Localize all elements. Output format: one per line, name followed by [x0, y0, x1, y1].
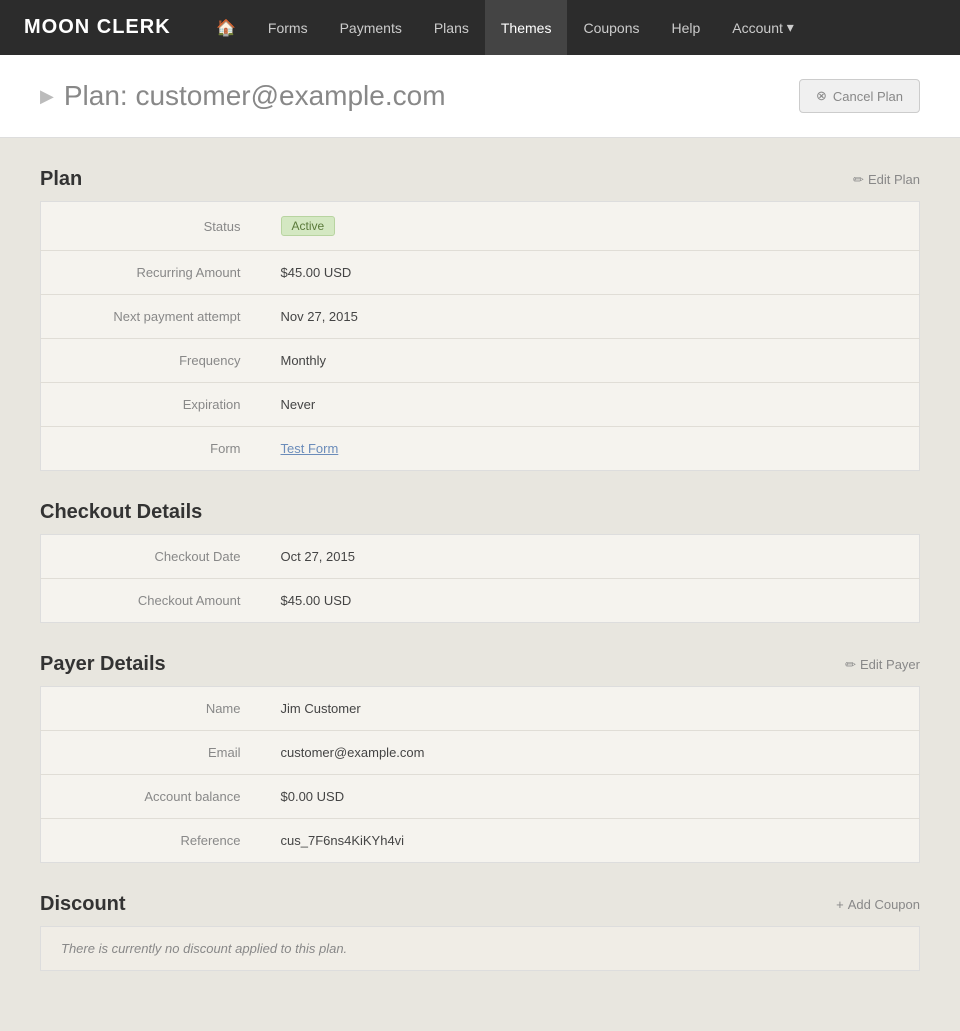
nav-coupons-label: Coupons [583, 20, 639, 36]
nav-forms-label: Forms [268, 20, 308, 36]
form-value: Test Form [261, 427, 920, 471]
payer-section-header: Payer Details ✏ Edit Payer [40, 653, 920, 676]
cancel-plan-button[interactable]: ⊗ Cancel Plan [799, 79, 920, 113]
table-row: Form Test Form [41, 427, 920, 471]
account-balance-label: Account balance [41, 775, 261, 819]
nav-plans[interactable]: Plans [418, 0, 485, 55]
table-row: Expiration Never [41, 383, 920, 427]
status-badge: Active [281, 216, 336, 236]
checkout-section-header: Checkout Details [40, 501, 920, 524]
checkout-section-title: Checkout Details [40, 501, 202, 524]
cancel-icon: ⊗ [816, 88, 827, 104]
payer-email-label: Email [41, 731, 261, 775]
plan-status-value: Active [261, 202, 920, 251]
page-title-area: ▶ Plan: customer@example.com [40, 80, 446, 112]
table-row: Account balance $0.00 USD [41, 775, 920, 819]
form-label: Form [41, 427, 261, 471]
edit-plan-icon: ✏ [853, 172, 864, 188]
nav-account-label: Account [732, 20, 783, 36]
home-nav-link[interactable]: 🏠 [200, 0, 252, 55]
table-row: Status Active [41, 202, 920, 251]
table-row: Recurring Amount $45.00 USD [41, 251, 920, 295]
frequency-label: Frequency [41, 339, 261, 383]
nav-forms[interactable]: Forms [252, 0, 324, 55]
table-row: Next payment attempt Nov 27, 2015 [41, 295, 920, 339]
nav-coupons[interactable]: Coupons [567, 0, 655, 55]
table-row: Email customer@example.com [41, 731, 920, 775]
nav-account[interactable]: Account ▾ [716, 0, 810, 55]
payer-section-title: Payer Details [40, 653, 166, 676]
recurring-amount-label: Recurring Amount [41, 251, 261, 295]
payer-section: Payer Details ✏ Edit Payer Name Jim Cust… [40, 653, 920, 863]
plan-section-title: Plan [40, 168, 82, 191]
table-row: Name Jim Customer [41, 687, 920, 731]
reference-label: Reference [41, 819, 261, 863]
form-link[interactable]: Test Form [281, 441, 339, 456]
expiration-label: Expiration [41, 383, 261, 427]
plus-icon: + [836, 897, 844, 912]
main-content: Plan ✏ Edit Plan Status Active Recurring… [0, 138, 960, 1031]
nav-help[interactable]: Help [656, 0, 717, 55]
table-row: Frequency Monthly [41, 339, 920, 383]
discount-section: Discount + Add Coupon There is currently… [40, 893, 920, 971]
account-balance-value: $0.00 USD [261, 775, 920, 819]
cancel-plan-label: Cancel Plan [833, 89, 903, 104]
payer-email-value: customer@example.com [261, 731, 920, 775]
add-coupon-label: Add Coupon [848, 897, 920, 912]
nav-links: 🏠 Forms Payments Plans Themes Coupons He… [200, 0, 960, 55]
next-payment-label: Next payment attempt [41, 295, 261, 339]
edit-payer-label: Edit Payer [860, 657, 920, 672]
expiration-value: Never [261, 383, 920, 427]
edit-payer-icon: ✏ [845, 657, 856, 673]
brand-logo: MOON CLERK [0, 16, 200, 39]
navigation: MOON CLERK 🏠 Forms Payments Plans Themes… [0, 0, 960, 55]
nav-themes[interactable]: Themes [485, 0, 568, 55]
page-header: ▶ Plan: customer@example.com ⊗ Cancel Pl… [0, 55, 960, 138]
checkout-date-value: Oct 27, 2015 [261, 535, 920, 579]
nav-payments-label: Payments [340, 20, 402, 36]
chevron-down-icon: ▾ [787, 19, 794, 36]
checkout-date-label: Checkout Date [41, 535, 261, 579]
edit-payer-button[interactable]: ✏ Edit Payer [845, 657, 920, 673]
checkout-amount-label: Checkout Amount [41, 579, 261, 623]
edit-plan-label: Edit Plan [868, 172, 920, 187]
table-row: Checkout Date Oct 27, 2015 [41, 535, 920, 579]
frequency-value: Monthly [261, 339, 920, 383]
home-icon: 🏠 [216, 18, 236, 38]
reference-value: cus_7F6ns4KiKYh4vi [261, 819, 920, 863]
payer-table: Name Jim Customer Email customer@example… [40, 686, 920, 863]
page-title: Plan: customer@example.com [64, 80, 446, 112]
checkout-table: Checkout Date Oct 27, 2015 Checkout Amou… [40, 534, 920, 623]
payer-name-label: Name [41, 687, 261, 731]
plan-section-header: Plan ✏ Edit Plan [40, 168, 920, 191]
table-row: Reference cus_7F6ns4KiKYh4vi [41, 819, 920, 863]
discount-empty-text: There is currently no discount applied t… [40, 926, 920, 971]
nav-help-label: Help [672, 20, 701, 36]
checkout-amount-value: $45.00 USD [261, 579, 920, 623]
plan-status-label: Status [41, 202, 261, 251]
edit-plan-button[interactable]: ✏ Edit Plan [853, 172, 920, 188]
discount-section-header: Discount + Add Coupon [40, 893, 920, 916]
nav-plans-label: Plans [434, 20, 469, 36]
breadcrumb-arrow: ▶ [40, 86, 54, 107]
add-coupon-button[interactable]: + Add Coupon [836, 897, 920, 912]
plan-section: Plan ✏ Edit Plan Status Active Recurring… [40, 168, 920, 471]
discount-section-title: Discount [40, 893, 126, 916]
recurring-amount-value: $45.00 USD [261, 251, 920, 295]
nav-payments[interactable]: Payments [324, 0, 418, 55]
payer-name-value: Jim Customer [261, 687, 920, 731]
table-row: Checkout Amount $45.00 USD [41, 579, 920, 623]
next-payment-value: Nov 27, 2015 [261, 295, 920, 339]
nav-themes-label: Themes [501, 20, 552, 36]
checkout-section: Checkout Details Checkout Date Oct 27, 2… [40, 501, 920, 623]
plan-table: Status Active Recurring Amount $45.00 US… [40, 201, 920, 471]
